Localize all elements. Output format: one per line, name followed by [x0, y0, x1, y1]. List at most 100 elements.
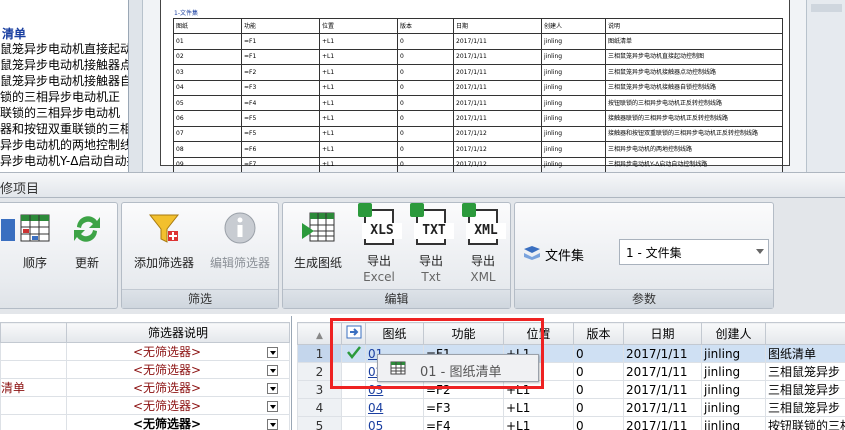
filter-row[interactable]: <无筛选器>	[0, 360, 290, 379]
column-header-version[interactable]: 版本	[573, 322, 624, 345]
export-excel-button[interactable]: XLS 导出 Excel	[355, 203, 403, 285]
filter-desc-header: 筛选器说明	[66, 322, 290, 343]
column-header-drawing[interactable]: 图纸	[365, 322, 424, 345]
edit-filter-label: 编辑筛选器	[209, 256, 270, 270]
filter-desc-cell[interactable]: <无筛选器>	[66, 342, 290, 361]
preview-cell: 0	[397, 79, 454, 96]
list-item[interactable]: 异步电动机Y-Δ启动自动控	[0, 153, 128, 169]
row-number: 4	[297, 398, 342, 417]
table-icon	[390, 361, 406, 375]
panel-splitter[interactable]	[129, 0, 143, 172]
filter-dropdown-icon[interactable]	[267, 347, 278, 358]
list-item[interactable]: 异步电动机的两地控制线	[0, 137, 128, 153]
preview-cell: 08	[173, 141, 242, 158]
filter-dropdown-icon[interactable]	[267, 401, 278, 412]
status-cell	[341, 416, 366, 430]
add-filter-button[interactable]: 添加筛选器	[126, 209, 202, 271]
preview-page: 1-文件集 图纸 功能 位置 版本 日期 创建人 说明 01 =F1 +L1 0 201…	[160, 0, 790, 173]
export-label: 导出	[470, 254, 495, 268]
preview-header-cell: 版本	[397, 17, 454, 35]
filter-group-label: 筛选	[122, 289, 278, 308]
column-header-location[interactable]: 位置	[503, 322, 574, 345]
generate-drawings-button[interactable]: 生成图纸	[287, 209, 349, 271]
filter-panel: 筛选器说明 <无筛选器> <无筛选器> 清单 <无筛选器> <无筛选器> <无筛选器>	[0, 316, 292, 430]
preview-row: 02 =F1 +L1 0 2017/1/11 jinling 三相鼠笼异步电动机直接起动控制…	[173, 48, 783, 66]
version-cell: 0	[573, 362, 624, 381]
update-button[interactable]: 更新	[63, 209, 111, 271]
filter-name-cell	[0, 396, 67, 415]
list-item[interactable]: 锁的三相异步电动机正	[0, 89, 120, 105]
filter-desc-cell[interactable]: <无筛选器>	[66, 378, 290, 397]
column-header-description[interactable]	[765, 322, 845, 345]
preview-cell: 2017/1/12	[453, 125, 542, 143]
export-xml-button[interactable]: XML 导出 XML	[459, 203, 507, 285]
row-number: 3	[297, 380, 342, 399]
filter-name-cell: 清单	[0, 378, 67, 397]
date-cell: 2017/1/11	[623, 380, 702, 399]
function-cell: =F2	[423, 380, 504, 399]
date-cell: 2017/1/11	[623, 416, 702, 430]
filter-row[interactable]: 清单 <无筛选器>	[0, 378, 290, 397]
list-item[interactable]: 鼠笼异步电动机接触器点	[0, 57, 128, 73]
filter-dropdown-icon[interactable]	[267, 365, 278, 376]
file-set-value: 1 - 文件集	[626, 246, 682, 260]
preview-cell: jinling	[541, 156, 606, 173]
edit-filter-button[interactable]: 编辑筛选器	[202, 209, 278, 271]
creator-cell: jinling	[701, 344, 766, 363]
preview-cell: 2017/1/11	[453, 79, 542, 96]
ribbon-group-parameters: 文件集 1 - 文件集 参数	[514, 202, 774, 309]
preview-cell: 2017/1/11	[453, 64, 542, 81]
filter-dropdown-icon[interactable]	[267, 419, 278, 430]
preview-header-cell: 说明	[605, 17, 783, 35]
export-label: 导出	[366, 254, 391, 268]
goto-column-header[interactable]	[341, 322, 366, 345]
preview-row: 06 =F5 +L1 0 2017/1/11 jinling 接触器联锁的三相异步电动机正反…	[173, 110, 783, 127]
list-item[interactable]: 鼠笼异步电动机直接起动	[0, 41, 128, 57]
table-row[interactable]: 4 04 =F3 +L1 0 2017/1/11 jinling 三相鼠笼异步	[297, 398, 845, 417]
document-preview: 1-文件集 图纸 功能 位置 版本 日期 创建人 说明 01 =F1 +L1 0 201…	[143, 0, 806, 173]
filter-dropdown-icon[interactable]	[267, 383, 278, 394]
sort-button[interactable]: 顺序	[11, 209, 59, 271]
list-item[interactable]: 鼠笼异步电动机接触器自	[0, 73, 128, 89]
generate-table-icon	[302, 212, 335, 242]
export-txt-button[interactable]: TXT 导出 Txt	[407, 203, 455, 285]
vertical-scrollbar[interactable]	[806, 0, 845, 172]
column-header-function[interactable]: 功能	[423, 322, 504, 345]
preview-cell: 三相异步电动机Y-Δ启动自动控制线路	[605, 156, 783, 173]
drawing-link[interactable]: 04	[368, 401, 383, 415]
drawing-link[interactable]: 05	[368, 419, 383, 430]
column-header-date[interactable]: 日期	[623, 322, 702, 345]
tooltip-text: 01 - 图纸清单	[420, 365, 502, 380]
list-item[interactable]: 器和按钮双重联锁的三相	[0, 121, 128, 137]
check-icon	[346, 346, 361, 360]
list-item[interactable]: 联锁的三相异步电动机	[0, 105, 120, 121]
preview-cell: 0	[397, 48, 454, 66]
version-cell: 0	[573, 398, 624, 417]
filter-row[interactable]: <无筛选器>	[0, 396, 290, 415]
preview-cell: +L1	[319, 64, 398, 81]
date-cell: 2017/1/11	[623, 398, 702, 417]
location-cell: +L1	[503, 398, 574, 417]
preview-cell: 2017/1/11	[453, 48, 542, 66]
preview-cell: +L1	[319, 110, 398, 127]
scrollbar-thumb[interactable]	[811, 4, 842, 12]
drawing-link[interactable]: 03	[368, 383, 383, 397]
table-row[interactable]: 5 05 =F4 +L1 0 2017/1/11 jinling 按钮联锁的三相	[297, 416, 845, 430]
drawing-list-panel: 清单 鼠笼异步电动机直接起动 鼠笼异步电动机接触器点 鼠笼异步电动机接触器自 锁…	[0, 0, 129, 172]
preview-cell: =F1	[241, 48, 320, 66]
file-set-dropdown[interactable]: 1 - 文件集	[619, 239, 769, 265]
filter-row[interactable]: <无筛选器>	[0, 342, 290, 361]
filter-desc-text: <无筛选器>	[132, 417, 202, 430]
column-header-creator[interactable]: 创建人	[701, 322, 766, 345]
filter-row[interactable]: <无筛选器>	[0, 414, 290, 430]
filter-desc-cell[interactable]: <无筛选器>	[66, 414, 290, 430]
table-row[interactable]: 3 03 =F2 +L1 0 2017/1/11 jinling 三相鼠笼异步	[297, 380, 845, 399]
preview-cell: 0	[397, 110, 454, 127]
preview-cell: =F6	[241, 141, 320, 158]
filter-desc-cell[interactable]: <无筛选器>	[66, 396, 290, 415]
filter-table: 筛选器说明 <无筛选器> <无筛选器> 清单 <无筛选器> <无筛选器> <无筛选器>	[0, 322, 290, 430]
status-cell	[341, 380, 366, 399]
filter-name-header	[0, 322, 67, 343]
filter-desc-cell[interactable]: <无筛选器>	[66, 360, 290, 379]
drawing-grid-panel: ▲ 图纸 功能 位置 版本 日期 创建人 101=F1+L102017/1/11…	[293, 316, 845, 430]
